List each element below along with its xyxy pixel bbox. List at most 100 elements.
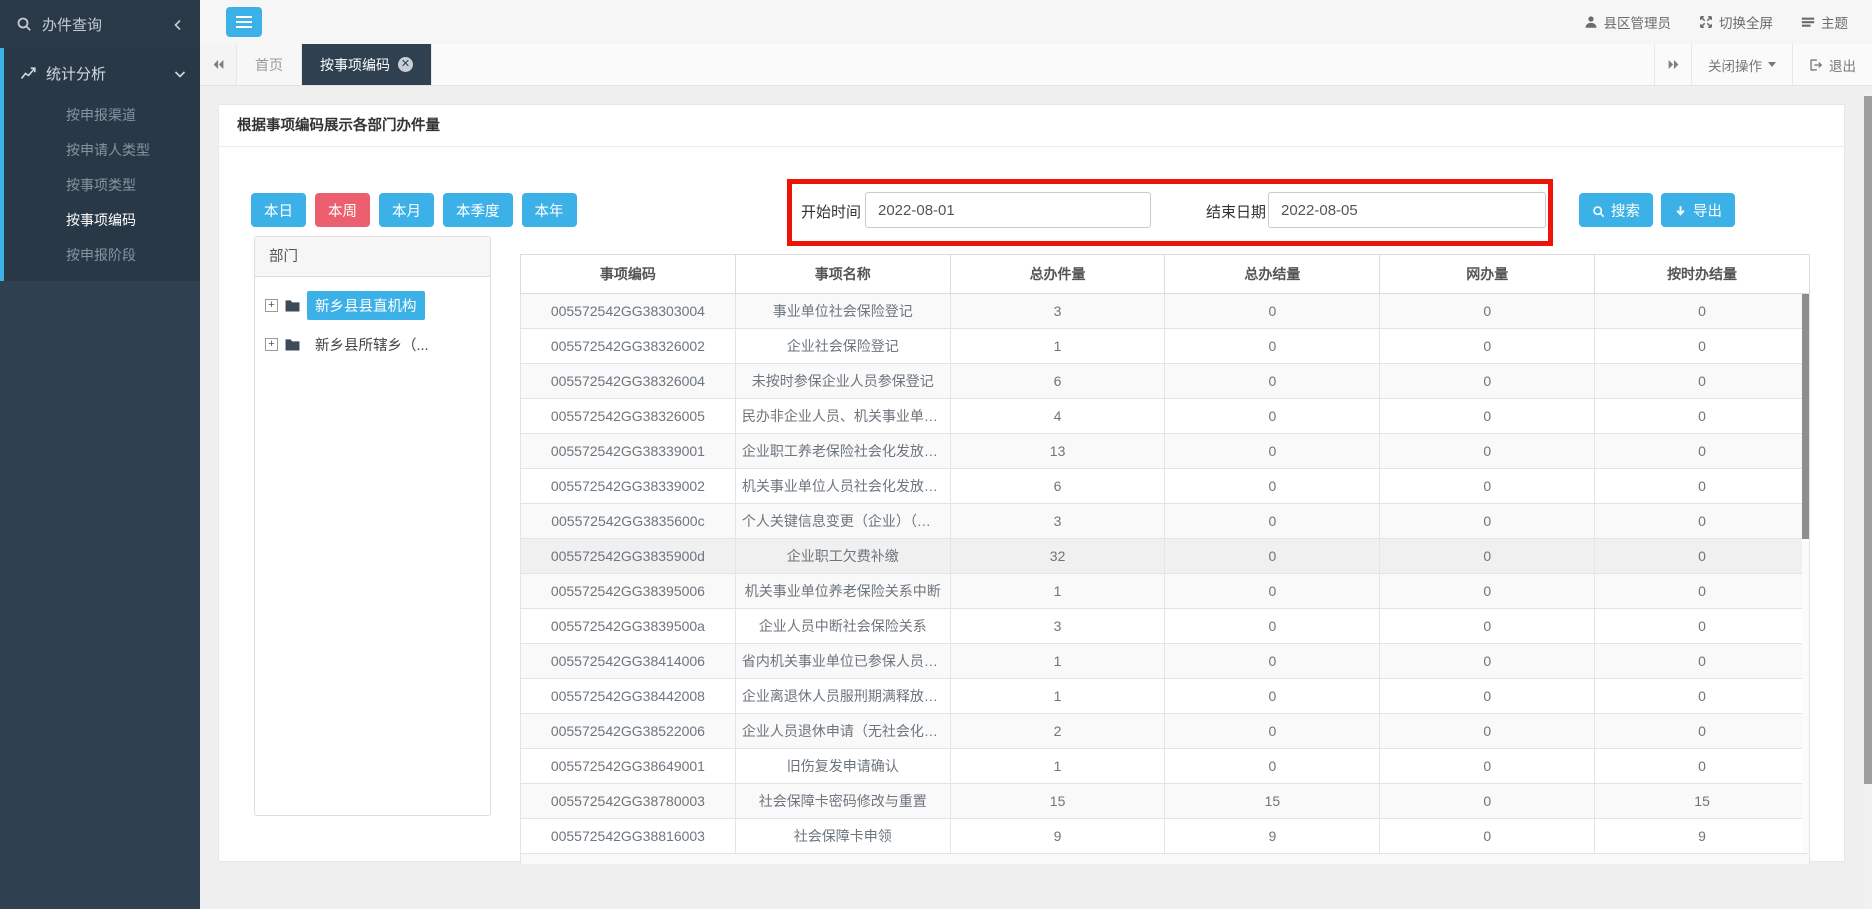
table-cell: 0 <box>1380 644 1595 679</box>
department-tree-panel: 部门 + 新乡县县直机构 + 新乡县所辖乡（... <box>254 236 491 816</box>
table-cell: 事业单位社会保险登记 <box>735 294 950 329</box>
start-date-input[interactable] <box>865 192 1151 228</box>
chevron-down-icon <box>174 67 186 79</box>
table-cell: 005572542GG38326004 <box>521 364 736 399</box>
table-row[interactable]: 005572542GG38395006机关事业单位养老保险关系中断1000 <box>521 574 1810 609</box>
export-button-label: 导出 <box>1693 204 1722 220</box>
table-cell: 0 <box>1380 434 1595 469</box>
tabs-scroll-left-button[interactable] <box>200 44 237 85</box>
table-row[interactable]: 005572542GG38442008企业离退休人员服刑期满释放后恢...100… <box>521 679 1810 714</box>
expand-icon[interactable]: + <box>265 338 278 351</box>
sidebar-search-label: 办件查询 <box>42 14 172 35</box>
tab-home[interactable]: 首页 <box>237 44 302 85</box>
start-date-label: 开始时间 <box>801 201 861 222</box>
table-cell: 005572542GG3835900d <box>521 539 736 574</box>
download-icon <box>1674 205 1687 218</box>
table-cell: 0 <box>1165 469 1380 504</box>
range-week-button[interactable]: 本周 <box>315 193 370 227</box>
table-cell: 6 <box>950 364 1165 399</box>
page-scrollbar-thumb[interactable] <box>1864 96 1872 784</box>
table-cell: 民办非企业人员、机关事业单位非... <box>735 399 950 434</box>
table-cell: 0 <box>1165 294 1380 329</box>
topbar: 县区管理员 切换全屏 主题 <box>200 0 1872 44</box>
table-cell: 1 <box>950 679 1165 714</box>
tab-by-code[interactable]: 按事项编码 ✕ <box>302 44 432 85</box>
table-cell: 0 <box>1595 399 1810 434</box>
table-row[interactable]: 005572542GG38326002企业社会保险登记1000 <box>521 329 1810 364</box>
table-cell: 0 <box>1595 364 1810 399</box>
tab-close-icon[interactable]: ✕ <box>398 57 413 72</box>
logout-button[interactable]: 退出 <box>1792 44 1872 85</box>
sidebar-item-by-applicant[interactable]: 按申请人类型 <box>4 133 200 168</box>
table-row[interactable]: 005572542GG3835600c个人关键信息变更（企业）（身份...300… <box>521 504 1810 539</box>
tree-node-county-direct[interactable]: + 新乡县县直机构 <box>265 291 480 320</box>
table-cell: 0 <box>1380 784 1595 819</box>
menu-toggle-button[interactable] <box>226 7 262 37</box>
table-cell: 005572542GG3835600c <box>521 504 736 539</box>
table-row[interactable]: 005572542GG3839500a企业人员中断社会保险关系3000 <box>521 609 1810 644</box>
table-cell: 0 <box>1595 679 1810 714</box>
theme-icon <box>1801 15 1815 29</box>
table-cell: 1 <box>950 644 1165 679</box>
table-cell: 005572542GG38326005 <box>521 399 736 434</box>
tree-header: 部门 <box>255 237 490 277</box>
expand-icon[interactable]: + <box>265 299 278 312</box>
range-quarter-button[interactable]: 本季度 <box>443 193 513 227</box>
fullscreen-toggle[interactable]: 切换全屏 <box>1699 12 1773 32</box>
theme-menu[interactable]: 主题 <box>1801 12 1848 32</box>
sidebar-item-by-stage[interactable]: 按申报阶段 <box>4 238 200 273</box>
table-cell: 9 <box>1165 819 1380 854</box>
table-cell: 社会保障卡申领 <box>735 819 950 854</box>
table-row[interactable]: 005572542GG38522006企业人员退休申请（无社会化发放...200… <box>521 714 1810 749</box>
table-cell: 0 <box>1380 819 1595 854</box>
table-scrollbar-thumb[interactable] <box>1802 294 1809 539</box>
end-date-input[interactable] <box>1268 192 1546 228</box>
range-year-button[interactable]: 本年 <box>522 193 577 227</box>
table-cell: 005572542GG38339002 <box>521 469 736 504</box>
table-cell: 0 <box>1165 574 1380 609</box>
table-row[interactable]: 005572542GG38326004未按时参保企业人员参保登记6000 <box>521 364 1810 399</box>
table-cell: 15 <box>950 784 1165 819</box>
col-online-cases: 网办量 <box>1380 255 1595 294</box>
chevron-left-icon[interactable] <box>172 18 184 30</box>
table-cell: 0 <box>1380 714 1595 749</box>
table-cell: 0 <box>1165 679 1380 714</box>
table-cell: 005572542GG38326002 <box>521 329 736 364</box>
sidebar-item-by-type[interactable]: 按事项类型 <box>4 168 200 203</box>
table-row[interactable]: 005572542GG38780003社会保障卡密码修改与重置1515015 <box>521 784 1810 819</box>
table-row[interactable]: 005572542GG3835900d企业职工欠费补缴32000 <box>521 539 1810 574</box>
table-cell: 0 <box>1380 749 1595 784</box>
panel-card: 根据事项编码展示各部门办件量 本日 本周 本月 本季度 本年 开始时间 结束日期… <box>218 104 1845 862</box>
range-month-button[interactable]: 本月 <box>379 193 434 227</box>
logout-icon <box>1809 58 1823 72</box>
close-operations-dropdown[interactable]: 关闭操作 <box>1691 44 1792 85</box>
table-row[interactable]: 005572542GG38326005民办非企业人员、机关事业单位非...400… <box>521 399 1810 434</box>
sidebar-group-label: 统计分析 <box>46 63 174 84</box>
sidebar-item-by-channel[interactable]: 按申报渠道 <box>4 98 200 133</box>
user-menu[interactable]: 县区管理员 <box>1584 12 1672 32</box>
search-button[interactable]: 搜索 <box>1579 193 1653 227</box>
page-scrollbar[interactable] <box>1864 90 1872 909</box>
sidebar-item-by-code[interactable]: 按事项编码 <box>4 203 200 238</box>
table-cell: 005572542GG3839500a <box>521 609 736 644</box>
table-cell: 0 <box>1595 749 1810 784</box>
range-today-button[interactable]: 本日 <box>251 193 306 227</box>
table-cell: 005572542GG38442008 <box>521 679 736 714</box>
table-row[interactable]: 005572542GG38816003社会保障卡申领9909 <box>521 819 1810 854</box>
table-row[interactable]: 005572542GG38414006省内机关事业单位已参保人员恢复...100… <box>521 644 1810 679</box>
table-row[interactable]: 005572542GG38649001旧伤复发申请确认1000 <box>521 749 1810 784</box>
sidebar-group-stats[interactable]: 统计分析 <box>4 48 200 98</box>
table-cell: 0 <box>1595 644 1810 679</box>
export-button[interactable]: 导出 <box>1661 193 1735 227</box>
end-date-label: 结束日期 <box>1206 201 1266 222</box>
tree-node-townships[interactable]: + 新乡县所辖乡（... <box>265 330 480 359</box>
tabs-scroll-right-button[interactable] <box>1654 44 1691 85</box>
table-scrollbar[interactable] <box>1802 294 1809 852</box>
action-buttons: 搜索 导出 <box>1579 193 1735 227</box>
sidebar-item-search[interactable]: 办件查询 <box>0 0 200 48</box>
table-cell: 0 <box>1165 434 1380 469</box>
table-row[interactable]: 005572542GG38303004事业单位社会保险登记3000 <box>521 294 1810 329</box>
table-row[interactable]: 005572542GG38339002机关事业单位人员社会化发放信息...600… <box>521 469 1810 504</box>
table-row[interactable]: 005572542GG38339001企业职工养老保险社会化发放信息...130… <box>521 434 1810 469</box>
table-cell: 机关事业单位养老保险关系中断 <box>735 574 950 609</box>
